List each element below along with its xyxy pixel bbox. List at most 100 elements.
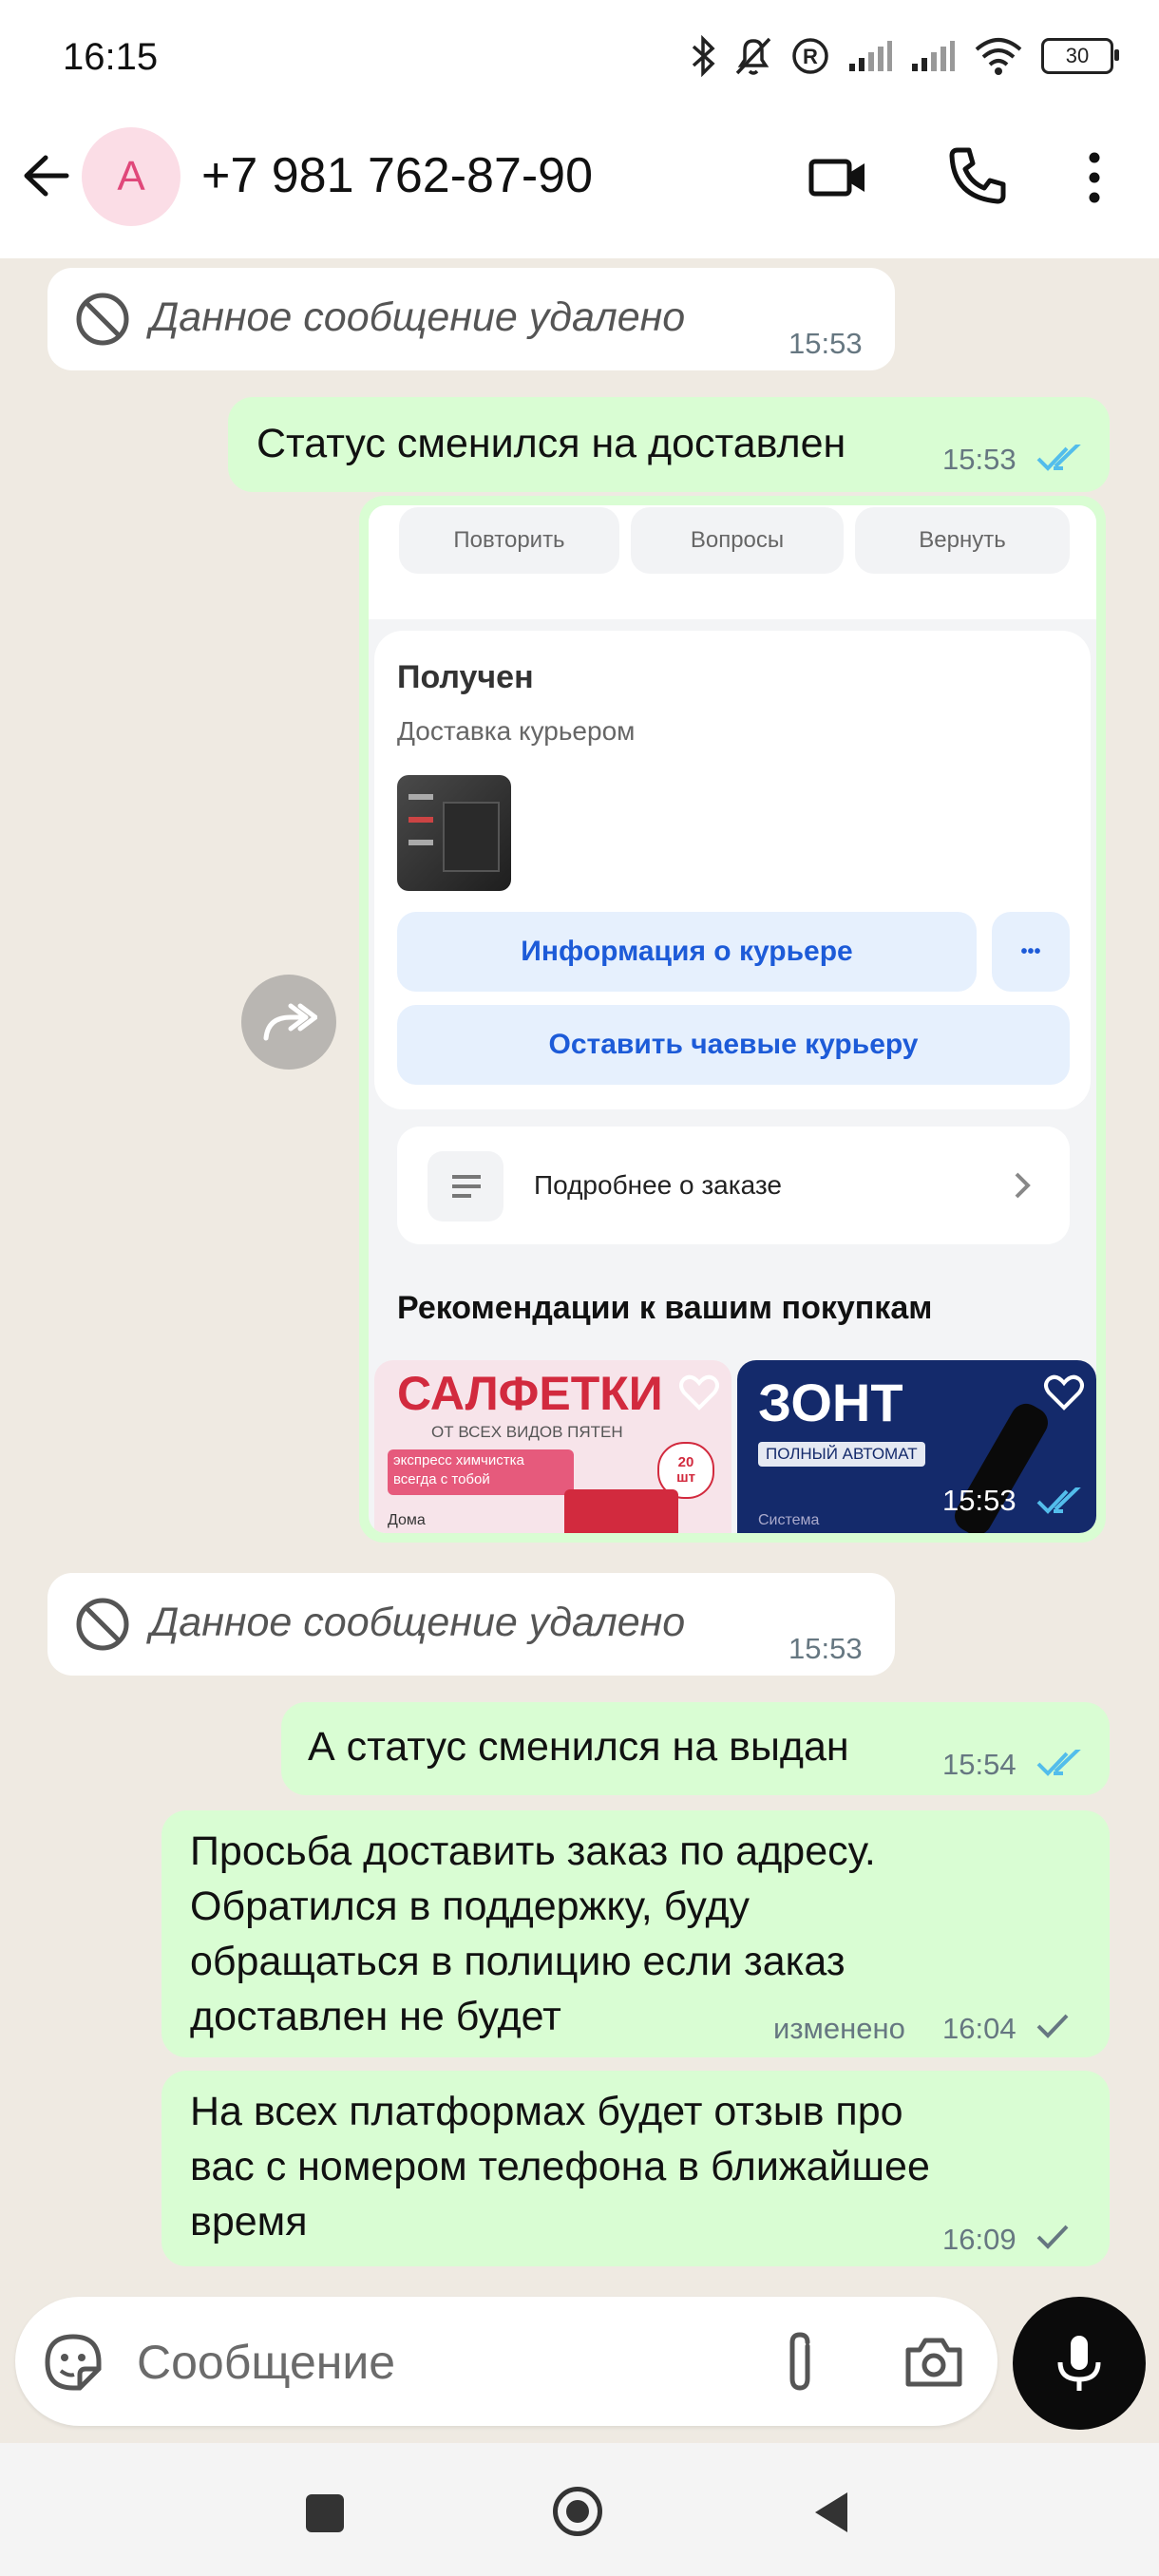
umbrella-brand: Система bbox=[758, 1512, 820, 1528]
blocked-icon bbox=[76, 293, 129, 346]
arrow-left-icon bbox=[24, 155, 69, 197]
return-label: Вернуть bbox=[919, 527, 1006, 553]
back-nav-icon[interactable] bbox=[809, 2489, 853, 2536]
voice-message-button[interactable] bbox=[1013, 2297, 1146, 2430]
double-check-icon bbox=[1036, 1487, 1081, 1514]
deleted-message-text: Данное сообщение удалено bbox=[150, 1600, 686, 1645]
recents-button[interactable] bbox=[306, 2494, 344, 2532]
message-line: Просьба доставить заказ по адресу. bbox=[190, 1828, 876, 1874]
message-line: Обратился в поддержку, буду bbox=[190, 1884, 750, 1929]
double-check-icon bbox=[1036, 445, 1081, 471]
sticker-icon[interactable] bbox=[42, 2331, 104, 2394]
svg-text:R: R bbox=[803, 45, 818, 68]
order-screenshot-image[interactable]: Повторить Вопросы Вернуть Получен Достав… bbox=[369, 505, 1096, 1533]
wifi-icon bbox=[975, 38, 1022, 75]
chevron-right-icon bbox=[1015, 1172, 1031, 1199]
phone-icon bbox=[949, 147, 1006, 204]
napkins-brand: Дома bbox=[388, 1512, 426, 1528]
product-card-napkins: САЛФЕТКИ ОТ ВСЕХ ВИДОВ ПЯТЕН экспресс хи… bbox=[374, 1360, 732, 1533]
message-line: На всех платформах будет отзыв про bbox=[190, 2089, 903, 2134]
status-icons: R 30 bbox=[690, 32, 1119, 80]
umbrella-subtitle: ПОЛНЫЙ АВТОМАТ bbox=[758, 1442, 925, 1467]
status-time: 16:15 bbox=[63, 36, 159, 78]
questions-label: Вопросы bbox=[690, 527, 785, 553]
message-text: На всех платформах будет отзыв про вас с… bbox=[190, 2084, 930, 2249]
avatar-letter: А bbox=[117, 153, 145, 199]
order-status-title: Получен bbox=[397, 659, 534, 695]
message-line: обращаться в полицию если заказ bbox=[190, 1939, 846, 1984]
registered-icon: R bbox=[792, 38, 828, 74]
bluetooth-icon bbox=[692, 35, 715, 77]
message-text: Статус сменился на доставлен bbox=[256, 421, 846, 466]
battery-level: 30 bbox=[1065, 44, 1090, 67]
more-dots: ••• bbox=[1020, 940, 1041, 962]
camera-icon[interactable] bbox=[902, 2333, 965, 2390]
deleted-message-2[interactable]: Данное сообщение удалено 15:53 bbox=[48, 1573, 895, 1676]
message-time: 16:09 bbox=[942, 2223, 1016, 2256]
signal-icon-2 bbox=[912, 41, 955, 71]
message-time: 15:53 bbox=[788, 1632, 863, 1665]
message-time: 15:53 bbox=[942, 443, 1016, 476]
message-input-bar[interactable]: Сообщение bbox=[15, 2297, 998, 2426]
message-line: вас с номером телефона в ближайшее bbox=[190, 2144, 930, 2189]
single-check-icon bbox=[1036, 2225, 1069, 2249]
deleted-message-text: Данное сообщение удалено bbox=[150, 294, 686, 340]
repeat-button: Повторить bbox=[399, 507, 619, 574]
image-message-time: 15:53 bbox=[942, 1484, 1016, 1517]
message-input[interactable]: Сообщение bbox=[137, 2335, 395, 2390]
product-thumbnail bbox=[397, 775, 511, 891]
paperclip-icon[interactable] bbox=[779, 2329, 821, 2396]
microphone-icon bbox=[1057, 2336, 1101, 2391]
message-time: 15:53 bbox=[788, 327, 863, 360]
tip-courier-label: Оставить чаевые курьеру bbox=[548, 1029, 919, 1060]
message-time: 15:54 bbox=[942, 1748, 1016, 1781]
video-call-button[interactable] bbox=[806, 144, 872, 211]
double-check-icon bbox=[1036, 1750, 1081, 1776]
contact-name[interactable]: +7 981 762-87-90 bbox=[201, 147, 593, 204]
outgoing-message-3[interactable]: Просьба доставить заказ по адресу. Обрат… bbox=[162, 1810, 1110, 2057]
message-line: время bbox=[190, 2199, 308, 2245]
list-icon bbox=[428, 1151, 504, 1222]
deleted-message-1[interactable]: Данное сообщение удалено 15:53 bbox=[48, 268, 895, 370]
edited-label: изменено bbox=[773, 2012, 905, 2045]
outgoing-message-2[interactable]: А статус сменился на выдан 15:54 bbox=[281, 1702, 1110, 1795]
message-time: 16:04 bbox=[942, 2012, 1016, 2045]
battery-icon: 30 bbox=[1041, 38, 1119, 74]
forward-arrow-icon bbox=[263, 1003, 317, 1041]
video-camera-icon bbox=[808, 159, 864, 197]
signal-icon-1 bbox=[849, 41, 892, 71]
napkins-badge-text: 20 шт bbox=[676, 1454, 695, 1486]
mute-bell-icon bbox=[735, 37, 771, 75]
recommendations-title: Рекомендации к вашим покупкам bbox=[397, 1290, 933, 1326]
home-button[interactable] bbox=[553, 2487, 602, 2536]
more-vertical-icon bbox=[1089, 152, 1100, 203]
forward-button[interactable] bbox=[241, 975, 336, 1070]
blocked-icon bbox=[76, 1598, 129, 1651]
umbrella-title: ЗОНТ bbox=[758, 1373, 903, 1432]
more-options-button[interactable] bbox=[1074, 144, 1115, 211]
voice-call-button[interactable] bbox=[944, 142, 1011, 209]
outgoing-message-4[interactable]: На всех платформах будет отзыв про вас с… bbox=[162, 2071, 1110, 2266]
repeat-label: Повторить bbox=[453, 527, 565, 553]
system-nav-bar bbox=[0, 2443, 1159, 2576]
heart-icon bbox=[1044, 1374, 1084, 1411]
status-bar: 16:15 R 30 bbox=[0, 0, 1159, 114]
back-button[interactable] bbox=[17, 144, 80, 207]
message-text: А статус сменился на выдан bbox=[308, 1724, 849, 1770]
contact-avatar[interactable]: А bbox=[82, 127, 180, 226]
tip-courier-button: Оставить чаевые курьеру bbox=[397, 1005, 1070, 1085]
napkins-promo: экспресс химчистка всегда с тобой bbox=[393, 1452, 524, 1487]
return-button: Вернуть bbox=[855, 507, 1070, 574]
order-details-label: Подробнее о заказе bbox=[534, 1170, 782, 1200]
courier-more-button: ••• bbox=[992, 912, 1070, 992]
single-check-icon bbox=[1036, 2014, 1069, 2038]
napkins-promo-tag: экспресс химчистка всегда с тобой bbox=[388, 1449, 574, 1495]
heart-icon bbox=[679, 1374, 719, 1411]
courier-info-button: Информация о курьере bbox=[397, 912, 977, 992]
outgoing-message-1[interactable]: Статус сменился на доставлен 15:53 bbox=[228, 397, 1110, 492]
napkins-subtitle: ОТ ВСЕХ ВИДОВ ПЯТЕН bbox=[431, 1423, 623, 1441]
napkins-pack bbox=[564, 1489, 678, 1533]
napkins-title: САЛФЕТКИ bbox=[397, 1367, 663, 1420]
questions-button: Вопросы bbox=[631, 507, 844, 574]
courier-info-label: Информация о курьере bbox=[521, 936, 853, 967]
